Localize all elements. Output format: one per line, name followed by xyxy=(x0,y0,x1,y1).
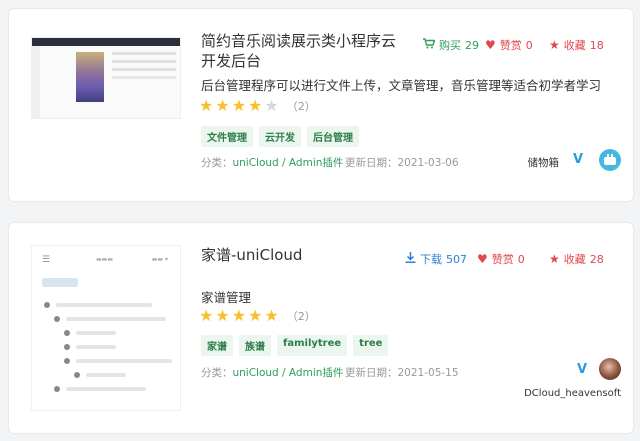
tree-row xyxy=(76,345,116,349)
heart-icon: ♥ xyxy=(485,38,496,52)
category: 分类：uniCloud / Admin插件 xyxy=(201,157,344,169)
star-icon: ★ xyxy=(248,306,263,325)
star-icon: ★ xyxy=(231,306,247,325)
update-date: 更新日期：2021-03-06 xyxy=(345,157,459,169)
rating-count: （2） xyxy=(286,100,316,113)
tag[interactable]: 家谱 xyxy=(201,335,233,356)
category-link[interactable]: uniCloud / Admin插件 xyxy=(233,157,344,169)
tag[interactable]: tree xyxy=(353,335,389,356)
tag[interactable]: 文件管理 xyxy=(201,126,253,147)
tree-node xyxy=(64,344,70,350)
star-icon: ★ xyxy=(215,96,230,115)
download-icon xyxy=(405,252,416,266)
tag-list: 文件管理 云开发 后台管理 xyxy=(201,126,359,147)
star-icon: ★ xyxy=(215,306,230,325)
screenshot-header xyxy=(32,38,180,46)
plugin-screenshot[interactable]: ☰ ▬▬▬ ▬▬ ▾ xyxy=(31,245,181,411)
star-icon: ★ xyxy=(248,96,263,115)
tree-row xyxy=(66,317,166,321)
star-icon: ★ xyxy=(199,96,214,115)
star-icon: ★ xyxy=(199,306,214,325)
plugin-title[interactable]: 简约音乐阅读展示类小程序云 开发后台 xyxy=(201,31,401,71)
screenshot-button xyxy=(42,278,78,287)
tree-node xyxy=(64,358,70,364)
tree-row xyxy=(86,373,126,377)
heart-icon: ♥ xyxy=(477,252,488,266)
tree-node xyxy=(74,372,80,378)
screenshot-sidebar xyxy=(32,46,40,118)
tree-node xyxy=(54,386,60,392)
plugin-screenshot[interactable] xyxy=(31,37,181,119)
rating-stars: ★ ★ ★ ★ ★ （2） xyxy=(199,308,316,324)
tag[interactable]: 云开发 xyxy=(259,126,301,147)
tree-row xyxy=(76,331,116,335)
plugin-title[interactable]: 家谱-uniCloud xyxy=(201,245,302,265)
author-name[interactable]: DCloud_heavensoft xyxy=(524,388,621,399)
tag[interactable]: 后台管理 xyxy=(307,126,359,147)
plugin-description: 后台管理程序可以进行文件上传，文章管理，音乐管理等适合初学者学习 xyxy=(201,78,602,93)
star-icon: ★ xyxy=(264,96,279,115)
screenshot-title: ▬▬▬ xyxy=(96,256,114,263)
category: 分类：uniCloud / Admin插件 xyxy=(201,367,344,379)
verified-icon: V xyxy=(572,152,583,167)
like-stat[interactable]: ♥ 赞赏 0 xyxy=(485,37,533,53)
rating-count: （2） xyxy=(286,310,316,323)
plugin-description: 家谱管理 xyxy=(201,290,252,305)
plugin-card[interactable]: 简约音乐阅读展示类小程序云 开发后台 购买 29 ♥ 赞赏 0 ★ 收藏 18 … xyxy=(8,8,634,202)
tree-row xyxy=(76,359,172,363)
star-icon: ★ xyxy=(549,252,560,266)
verified-icon: V xyxy=(576,362,587,377)
avatar[interactable] xyxy=(599,149,621,171)
avatar[interactable] xyxy=(599,358,621,380)
screenshot-cover-image xyxy=(76,52,104,102)
tree-node xyxy=(64,330,70,336)
tree-row xyxy=(66,387,146,391)
author-name[interactable]: 储物箱 xyxy=(528,155,560,170)
cart-icon xyxy=(423,38,436,52)
favorite-stat[interactable]: ★ 收藏 28 xyxy=(549,251,604,267)
tree-row xyxy=(56,303,152,307)
category-link[interactable]: uniCloud / Admin插件 xyxy=(233,367,344,379)
screenshot-admin: ▬▬ ▾ xyxy=(151,256,168,263)
menu-icon: ☰ xyxy=(42,255,51,265)
tag-list: 家谱 族谱 familytree tree xyxy=(201,335,389,356)
tree-node xyxy=(54,316,60,322)
star-icon: ★ xyxy=(549,38,560,52)
download-stat[interactable]: 下载 507 xyxy=(405,251,467,267)
like-stat[interactable]: ♥ 赞赏 0 xyxy=(477,251,525,267)
favorite-stat[interactable]: ★ 收藏 18 xyxy=(549,37,604,53)
tree-node xyxy=(44,302,50,308)
screenshot-form xyxy=(112,52,176,55)
tag[interactable]: familytree xyxy=(277,335,348,356)
star-icon: ★ xyxy=(264,306,279,325)
buy-stat[interactable]: 购买 29 xyxy=(423,37,479,53)
tag[interactable]: 族谱 xyxy=(239,335,271,356)
star-icon: ★ xyxy=(231,96,247,115)
rating-stars: ★ ★ ★ ★ ★ （2） xyxy=(199,98,316,114)
plugin-card[interactable]: ☰ ▬▬▬ ▬▬ ▾ 家谱-uniCloud 下载 507 ♥ 赞赏 0 ★ 收… xyxy=(8,222,634,434)
update-date: 更新日期：2021-05-15 xyxy=(345,367,459,379)
